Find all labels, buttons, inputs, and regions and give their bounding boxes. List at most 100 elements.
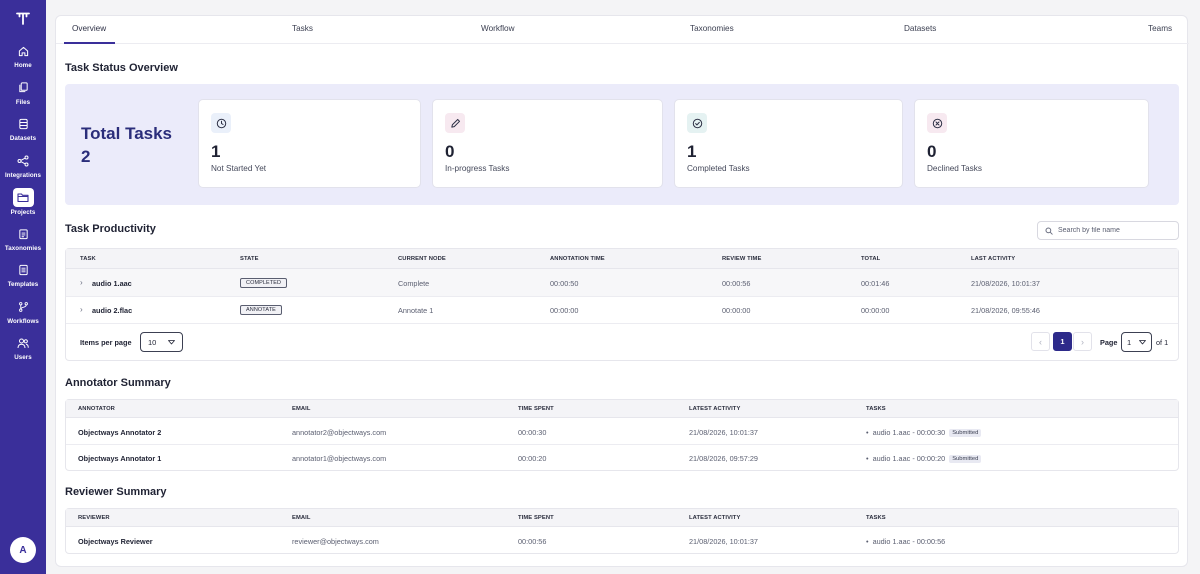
tab-workflow[interactable]: Workflow bbox=[481, 24, 515, 33]
tab-teams[interactable]: Teams bbox=[1148, 24, 1172, 33]
table-row: Objectways Reviewer reviewer@objectways.… bbox=[66, 527, 1178, 554]
table-row[interactable]: › audio 2.flac ANNOTATE Annotate 1 00:00… bbox=[66, 297, 1178, 324]
page-select[interactable]: 1 bbox=[1121, 332, 1152, 352]
sidebar-item-label: Home bbox=[14, 62, 32, 69]
latest-activity: 21/08/2026, 10:01:37 bbox=[689, 428, 758, 437]
table-row[interactable]: › audio 1.aac COMPLETED Complete 00:00:5… bbox=[66, 269, 1178, 297]
task-entry: • audio 1.aac - 00:00:56 bbox=[866, 537, 946, 546]
table-row: Objectways Annotator 1 annotator1@object… bbox=[66, 445, 1178, 471]
task-productivity-title: Task Productivity bbox=[65, 223, 156, 235]
sidebar-item-home[interactable]: Home bbox=[0, 40, 46, 77]
share-icon bbox=[14, 152, 32, 170]
sidebar-item-workflows[interactable]: Workflows bbox=[0, 296, 46, 333]
branch-icon bbox=[14, 298, 32, 316]
task-entry-text: audio 1.aac - 00:00:20 bbox=[872, 454, 946, 463]
sidebar-item-label: Workflows bbox=[7, 317, 39, 325]
table-row: Objectways Annotator 2 annotator2@object… bbox=[66, 418, 1178, 445]
tab-datasets[interactable]: Datasets bbox=[904, 24, 936, 33]
items-per-page-select[interactable]: 10 bbox=[140, 332, 183, 352]
sidebar-nav: Home Files Datasets Integrations Project… bbox=[0, 40, 46, 369]
annotator-email: annotator2@objectways.com bbox=[292, 428, 387, 437]
sidebar-item-users[interactable]: Users bbox=[0, 332, 46, 369]
files-icon bbox=[14, 79, 32, 97]
last-activity: 21/08/2026, 10:01:37 bbox=[971, 279, 1040, 288]
page-1-button[interactable]: 1 bbox=[1053, 332, 1072, 351]
sidebar-item-label: Users bbox=[14, 354, 32, 361]
expand-chevron-icon[interactable]: › bbox=[80, 278, 83, 287]
tab-taxonomies[interactable]: Taxonomies bbox=[690, 24, 734, 33]
task-productivity-table: TASK STATE CURRENT NODE ANNOTATION TIME … bbox=[65, 248, 1179, 361]
reviewer-summary-title: Reviewer Summary bbox=[65, 486, 167, 498]
column-header: TASKS bbox=[866, 515, 886, 521]
reviewer-summary-table: REVIEWER EMAIL TIME SPENT LATEST ACTIVIT… bbox=[65, 508, 1179, 554]
x-circle-icon bbox=[927, 113, 947, 133]
expand-chevron-icon[interactable]: › bbox=[80, 305, 83, 314]
review-time: 00:00:00 bbox=[722, 306, 751, 315]
task-name: audio 2.flac bbox=[92, 306, 133, 315]
time-spent: 00:00:30 bbox=[518, 428, 547, 437]
search-box[interactable] bbox=[1037, 221, 1179, 240]
sidebar-item-label: Integrations bbox=[4, 171, 41, 179]
avatar[interactable]: A bbox=[10, 537, 36, 563]
stat-value: 0 bbox=[927, 142, 937, 161]
total-tasks-value: 2 bbox=[81, 147, 91, 166]
tab-tasks[interactable]: Tasks bbox=[292, 24, 313, 33]
task-name: audio 1.aac bbox=[92, 279, 132, 288]
latest-activity: 21/08/2026, 10:01:37 bbox=[689, 537, 758, 546]
sidebar-item-templates[interactable]: Templates bbox=[0, 259, 46, 296]
sidebar-item-taxonomies[interactable]: Taxonomies bbox=[0, 223, 46, 260]
table-header: TASK STATE CURRENT NODE ANNOTATION TIME … bbox=[66, 249, 1178, 269]
current-node: Complete bbox=[398, 279, 430, 288]
brand-logo-icon[interactable] bbox=[13, 10, 33, 26]
task-status-overview-panel: Total Tasks 2 1 Not Started Yet 0 In-pro… bbox=[65, 84, 1179, 205]
column-header: ANNOTATOR bbox=[78, 406, 115, 412]
search-input[interactable] bbox=[1058, 227, 1173, 234]
stat-label: In-progress Tasks bbox=[445, 164, 510, 173]
stat-label: Completed Tasks bbox=[687, 164, 750, 173]
page-label: Page bbox=[1100, 338, 1118, 347]
state-badge: ANNOTATE bbox=[240, 305, 282, 315]
page-select-value: 1 bbox=[1127, 337, 1132, 347]
column-header: TIME SPENT bbox=[518, 515, 554, 521]
column-header: CURRENT NODE bbox=[398, 256, 446, 262]
reviewer-email: reviewer@objectways.com bbox=[292, 537, 379, 546]
prev-page-button[interactable]: ‹ bbox=[1031, 332, 1050, 351]
column-header: TOTAL bbox=[861, 256, 881, 262]
reviewer-name: Objectways Reviewer bbox=[78, 537, 153, 546]
total-time: 00:01:46 bbox=[861, 279, 890, 288]
sidebar-item-label: Templates bbox=[7, 281, 39, 288]
last-activity: 21/08/2026, 09:55:46 bbox=[971, 306, 1040, 315]
column-header: LATEST ACTIVITY bbox=[689, 515, 741, 521]
annotator-summary-title: Annotator Summary bbox=[65, 377, 171, 389]
items-per-page-value: 10 bbox=[148, 337, 157, 347]
latest-activity: 21/08/2026, 09:57:29 bbox=[689, 454, 758, 463]
search-icon bbox=[1045, 222, 1053, 240]
total-tasks: Total Tasks 2 bbox=[81, 122, 172, 168]
home-icon bbox=[14, 42, 32, 60]
submitted-badge: Submitted bbox=[949, 455, 982, 463]
folder-icon bbox=[12, 188, 34, 207]
annotator-email: annotator1@objectways.com bbox=[292, 454, 387, 463]
tab-overview[interactable]: Overview bbox=[72, 24, 106, 33]
tab-bar: Overview Tasks Workflow Taxonomies Datas… bbox=[56, 16, 1189, 44]
sidebar-item-integrations[interactable]: Integrations bbox=[0, 150, 46, 187]
task-entry-text: audio 1.aac - 00:00:30 bbox=[872, 428, 946, 437]
column-header: STATE bbox=[240, 256, 259, 262]
chevron-down-icon bbox=[1139, 338, 1146, 347]
template-icon bbox=[14, 261, 32, 279]
stat-label: Declined Tasks bbox=[927, 164, 982, 173]
time-spent: 00:00:56 bbox=[518, 537, 547, 546]
sidebar-item-projects[interactable]: Projects bbox=[0, 186, 46, 223]
stat-value: 0 bbox=[445, 142, 455, 161]
total-time: 00:00:00 bbox=[861, 306, 890, 315]
active-tab-indicator bbox=[64, 42, 115, 44]
next-page-button[interactable]: › bbox=[1073, 332, 1092, 351]
column-header: TASK bbox=[80, 256, 96, 262]
annotation-time: 00:00:00 bbox=[550, 306, 579, 315]
review-time: 00:00:56 bbox=[722, 279, 751, 288]
sidebar-item-files[interactable]: Files bbox=[0, 77, 46, 114]
sidebar-item-datasets[interactable]: Datasets bbox=[0, 113, 46, 150]
time-spent: 00:00:20 bbox=[518, 454, 547, 463]
sidebar-item-label: Taxonomies bbox=[4, 244, 42, 252]
annotator-name: Objectways Annotator 1 bbox=[78, 454, 162, 463]
